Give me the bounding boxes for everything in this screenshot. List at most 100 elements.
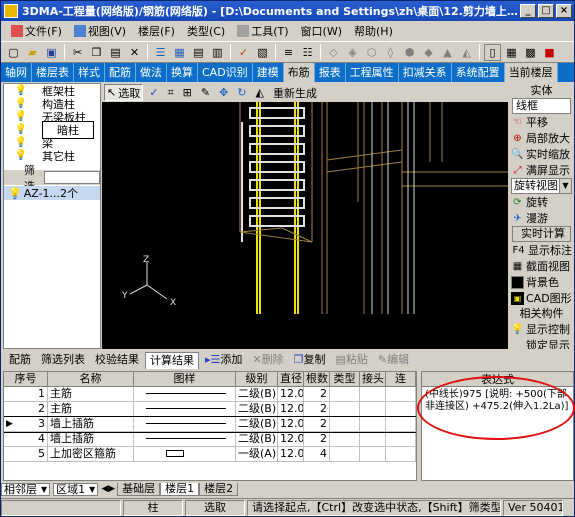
component-list-item[interactable]: 💡 AZ-1...2个 bbox=[4, 186, 100, 200]
box-select-icon[interactable]: ⊞ bbox=[180, 84, 195, 101]
select-button[interactable]: ↖ 选取 bbox=[104, 84, 144, 101]
table-row[interactable]: 1 主筋 二级(B) 12.0 2 bbox=[4, 387, 416, 402]
tab-axis[interactable]: 轴网 bbox=[1, 63, 32, 82]
tab-check-result[interactable]: 校验结果 bbox=[91, 352, 143, 368]
report-icon[interactable]: ▧ bbox=[254, 44, 271, 61]
tab-rebar[interactable]: 配筋 bbox=[105, 63, 136, 82]
zoom-window-button[interactable]: ⊕ 局部放大 bbox=[509, 130, 574, 146]
rebar-diameter: 12.0 bbox=[280, 402, 304, 416]
draw1-icon[interactable]: ◇ bbox=[325, 44, 342, 61]
open-icon[interactable]: ▰ bbox=[24, 44, 41, 61]
grid2-icon[interactable]: ▦ bbox=[503, 44, 520, 61]
menu-view[interactable]: 视图(V) bbox=[68, 23, 132, 39]
mirror-icon[interactable]: ◭ bbox=[253, 84, 267, 101]
paste-icon[interactable]: ▤ bbox=[107, 44, 124, 61]
copy-icon[interactable]: ❐ bbox=[88, 44, 105, 61]
rotate-button[interactable]: ⟳ 旋转 bbox=[509, 194, 574, 210]
floor-nav-icon[interactable]: ◀▶ bbox=[101, 484, 115, 494]
filter-input[interactable] bbox=[44, 171, 100, 184]
floor-tab-foundation[interactable]: 基础层 bbox=[117, 482, 161, 496]
menu-help[interactable]: 帮助(H) bbox=[348, 23, 399, 39]
tree-item-other-column[interactable]: 💡 其它柱 bbox=[4, 149, 100, 163]
tab-style[interactable]: 样式 bbox=[74, 63, 105, 82]
cut-icon[interactable]: ✂ bbox=[69, 44, 86, 61]
rotate-icon[interactable]: ↻ bbox=[234, 84, 249, 101]
floor-tab-1[interactable]: 楼层1 bbox=[160, 482, 200, 496]
layer-icon[interactable]: ≡ bbox=[280, 44, 297, 61]
close-icon[interactable]: × bbox=[556, 4, 572, 18]
table-row[interactable]: 2 主筋 二级(B) 12.0 2 bbox=[4, 402, 416, 417]
delete-button[interactable]: ✕删除 bbox=[248, 352, 287, 368]
delete-icon[interactable]: ✕ bbox=[126, 44, 143, 61]
display-control-button[interactable]: 💡 显示控制 bbox=[509, 321, 574, 337]
menu-type[interactable]: 类型(C) bbox=[181, 23, 231, 39]
tab-filter-list[interactable]: 筛选列表 bbox=[37, 352, 89, 368]
lock-display-button[interactable]: 锁定显示 bbox=[509, 337, 574, 349]
draw8-icon[interactable]: ◭ bbox=[458, 44, 475, 61]
tab-report[interactable]: 报表 bbox=[315, 63, 346, 82]
color-icon[interactable]: ■ bbox=[541, 44, 558, 61]
add-button[interactable]: ▸☰添加 bbox=[201, 352, 246, 368]
pan-button[interactable]: ☜ 平移 bbox=[509, 114, 574, 130]
draw3-icon[interactable]: ⬡ bbox=[363, 44, 380, 61]
copy-button[interactable]: ❐复制 bbox=[290, 352, 330, 368]
new-icon[interactable]: ▢ bbox=[5, 44, 22, 61]
tab-system-config[interactable]: 系统配置 bbox=[452, 63, 505, 82]
tab-method[interactable]: 做法 bbox=[136, 63, 167, 82]
draw5-icon[interactable]: ⬢ bbox=[401, 44, 418, 61]
check-icon[interactable]: ✓ bbox=[235, 44, 252, 61]
tab-cad-recognize[interactable]: CAD识别 bbox=[198, 63, 253, 82]
tab-deduction[interactable]: 扣减关系 bbox=[399, 63, 452, 82]
calc-icon[interactable]: ▥ bbox=[209, 44, 226, 61]
crosshair-icon[interactable]: ⌗ bbox=[164, 84, 176, 101]
list-icon[interactable]: ☰ bbox=[152, 44, 169, 61]
table-row[interactable]: 4 墙上插筋 二级(B) 12.0 2 bbox=[4, 432, 416, 447]
cad-graphics-button[interactable]: ▣ CAD图形 bbox=[509, 290, 574, 306]
brush-icon[interactable]: ✎ bbox=[198, 84, 213, 101]
menu-file[interactable]: 文件(F) bbox=[5, 23, 68, 39]
tab-place-rebar[interactable]: 布筋 bbox=[283, 63, 315, 82]
move-icon[interactable]: ✥ bbox=[216, 84, 231, 101]
tab-current-floor[interactable]: 当前楼层 bbox=[504, 63, 558, 82]
realtime-zoom-button[interactable]: 🔍 实时缩放 bbox=[509, 146, 574, 162]
draw4-icon[interactable]: ◊ bbox=[382, 44, 399, 61]
draw6-icon[interactable]: ◆ bbox=[420, 44, 437, 61]
rotate-view-select[interactable]: 旋转视图 ▼ bbox=[511, 178, 572, 194]
section-view-button[interactable]: ▦ 截面视图 bbox=[509, 258, 574, 274]
3d-viewport[interactable]: ↖ 选取 ✓ ⌗ ⊞ ✎ ✥ ↻ ◭ 重新生成 Z Y X bbox=[102, 83, 508, 349]
paste-button[interactable]: ▤粘贴 bbox=[331, 352, 371, 368]
roam-button[interactable]: ✈ 漫游 bbox=[509, 210, 574, 226]
grid-icon[interactable]: ▤ bbox=[190, 44, 207, 61]
save-icon[interactable]: ▣ bbox=[43, 44, 60, 61]
table-icon[interactable]: ▦ bbox=[171, 44, 188, 61]
realtime-calc-button[interactable]: 实时计算 bbox=[512, 226, 571, 242]
hatch-icon[interactable]: ▩ bbox=[522, 44, 539, 61]
panel-icon[interactable]: ▯ bbox=[484, 43, 501, 61]
tab-convert[interactable]: 换算 bbox=[167, 63, 198, 82]
menu-tools[interactable]: 工具(T) bbox=[231, 23, 294, 39]
layer2-icon[interactable]: ☷ bbox=[299, 44, 316, 61]
draw2-icon[interactable]: ◈ bbox=[344, 44, 361, 61]
wireframe-mode-box[interactable]: 线框 bbox=[512, 98, 571, 114]
edit-button[interactable]: ✎编辑 bbox=[374, 352, 413, 368]
region-select[interactable]: 区域1 ▼ bbox=[53, 482, 99, 496]
show-label-button[interactable]: F4 显示标注 bbox=[509, 242, 574, 258]
background-color-button[interactable]: 背景色 bbox=[509, 274, 574, 290]
minimize-icon[interactable]: _ bbox=[520, 4, 536, 18]
menu-floor[interactable]: 楼层(F) bbox=[132, 23, 181, 39]
menu-window[interactable]: 窗口(W) bbox=[295, 23, 348, 39]
tab-rebar-config[interactable]: 配筋 bbox=[5, 352, 35, 368]
regenerate-button[interactable]: 重新生成 bbox=[270, 84, 320, 101]
tab-calc-result[interactable]: 计算结果 bbox=[145, 351, 199, 369]
tab-floor-table[interactable]: 楼层表 bbox=[32, 63, 74, 82]
table-row[interactable]: ▶ 3 墙上插筋 二级(B) 12.0 2 bbox=[4, 416, 416, 433]
neighbor-floor-select[interactable]: 相邻层 ▼ bbox=[1, 482, 51, 496]
tab-project-props[interactable]: 工程属性 bbox=[346, 63, 399, 82]
floor-tab-2[interactable]: 楼层2 bbox=[199, 482, 239, 496]
maximize-icon[interactable]: □ bbox=[538, 4, 554, 18]
draw7-icon[interactable]: ▲ bbox=[439, 44, 456, 61]
confirm-icon[interactable]: ✓ bbox=[146, 84, 161, 101]
fit-screen-button[interactable]: ⤢ 满屏显示 bbox=[509, 162, 574, 178]
table-row[interactable]: 5 上加密区箍筋 一级(A) 12.0 4 bbox=[4, 447, 416, 462]
tab-modeling[interactable]: 建模 bbox=[253, 63, 284, 82]
